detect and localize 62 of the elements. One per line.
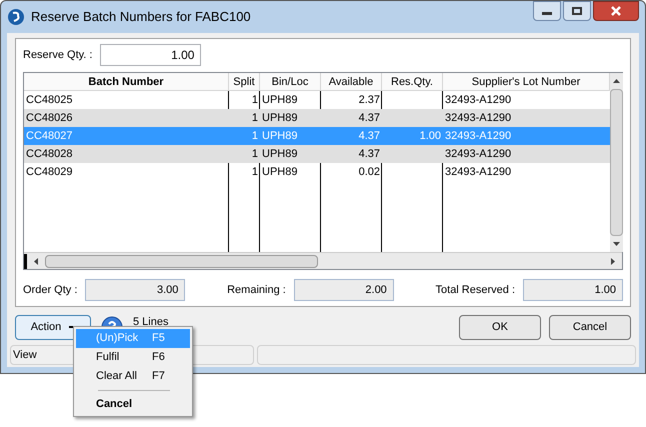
total-label: Total Reserved : bbox=[436, 282, 515, 298]
dialog-button[interactable]: Cancel bbox=[549, 314, 631, 340]
scroll-up-icon[interactable] bbox=[613, 79, 620, 83]
column-header[interactable]: Split bbox=[229, 73, 260, 90]
column-header[interactable]: Res.Qty. bbox=[382, 73, 443, 90]
table-cell: 2.37 bbox=[358, 94, 380, 106]
table-row[interactable]: CC48025 1 UPH89 2.37 32493-A1290 bbox=[24, 91, 610, 109]
close-icon bbox=[610, 6, 622, 16]
scroll-down-icon[interactable] bbox=[613, 242, 620, 246]
total-label: Order Qty : bbox=[23, 282, 78, 298]
table-cell: CC48028 bbox=[26, 148, 72, 160]
table-cell: 0.02 bbox=[358, 166, 380, 178]
vertical-scrollbar[interactable] bbox=[610, 73, 623, 252]
total-value: 2.00 bbox=[294, 279, 394, 301]
total-label: Remaining : bbox=[227, 282, 286, 298]
horizontal-scrollbar[interactable] bbox=[24, 252, 622, 269]
field-label: Reserve Qty. : bbox=[23, 48, 92, 63]
table-row[interactable]: CC48029 1 UPH89 0.02 32493-A1290 bbox=[24, 163, 610, 181]
table-cell: UPH89 bbox=[262, 94, 298, 106]
table-cell: 1 bbox=[252, 166, 258, 178]
table-cell: 4.37 bbox=[358, 112, 380, 124]
table-cell: UPH89 bbox=[262, 166, 298, 178]
lines-count: 5 Lines bbox=[133, 315, 168, 330]
table-row[interactable]: CC48028 1 UPH89 4.37 32493-A1290 bbox=[24, 145, 610, 163]
table-cell: CC48025 bbox=[26, 94, 72, 106]
table-cell: UPH89 bbox=[262, 130, 298, 142]
window-title: Reserve Batch Numbers for FABC100 bbox=[31, 8, 251, 26]
reserve-qty-field[interactable]: 1.00 bbox=[100, 44, 202, 66]
scroll-left-icon[interactable] bbox=[34, 258, 38, 264]
maximize-button[interactable] bbox=[563, 1, 591, 21]
table-cell: 32493-A1290 bbox=[445, 94, 512, 106]
menu-item[interactable]: Clear All F7 bbox=[76, 367, 190, 386]
table-cell: 1 bbox=[252, 130, 258, 142]
dialog-button[interactable]: OK bbox=[459, 314, 541, 340]
table-cell: 32493-A1290 bbox=[445, 148, 512, 160]
column-header[interactable]: Batch Number bbox=[24, 73, 229, 90]
column-header[interactable]: Available bbox=[321, 73, 382, 90]
table-cell: 32493-A1290 bbox=[445, 112, 512, 124]
minimize-button[interactable] bbox=[533, 1, 561, 21]
menu-item[interactable]: Fulfil F6 bbox=[76, 348, 190, 367]
scroll-right-icon[interactable] bbox=[611, 258, 615, 264]
column-header[interactable]: Bin/Loc bbox=[260, 73, 321, 90]
close-button[interactable] bbox=[593, 1, 639, 21]
total-value: 1.00 bbox=[523, 279, 623, 301]
table-cell: 32493-A1290 bbox=[445, 166, 512, 178]
status-text: View bbox=[13, 349, 37, 361]
table-cell: CC48029 bbox=[26, 166, 72, 178]
table-cell: CC48026 bbox=[26, 112, 72, 124]
table-cell: 1 bbox=[252, 112, 258, 124]
table-cell: 1.00 bbox=[420, 130, 441, 142]
table-cell: 4.37 bbox=[358, 130, 380, 142]
table-cell: 1 bbox=[252, 94, 258, 106]
table-cell: UPH89 bbox=[262, 148, 298, 160]
table-cell: 1 bbox=[252, 148, 258, 160]
total-value: 3.00 bbox=[85, 279, 186, 301]
menu-item[interactable]: Cancel bbox=[76, 395, 190, 414]
table-cell: 4.37 bbox=[358, 148, 380, 160]
table-cell: 32493-A1290 bbox=[445, 130, 512, 142]
table-row[interactable]: CC48026 1 UPH89 4.37 32493-A1290 bbox=[24, 109, 610, 127]
app-logo-icon bbox=[7, 8, 25, 26]
table-cell: CC48027 bbox=[26, 130, 72, 142]
table-cell: UPH89 bbox=[262, 112, 298, 124]
